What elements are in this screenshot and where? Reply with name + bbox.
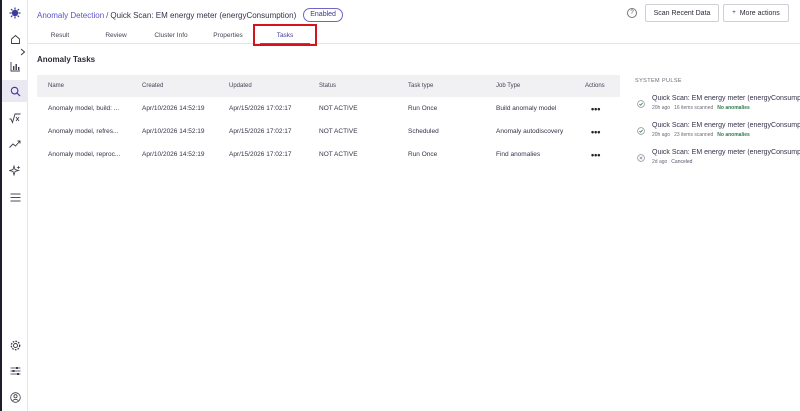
system-pulse-title: SYSTEM PULSE (635, 78, 682, 84)
breadcrumb-separator: / (106, 10, 109, 20)
pulse-item-result: No anomalies (717, 105, 750, 111)
gear-icon (10, 340, 20, 350)
tab-bar: Result Review Cluster Info Properties Ta… (28, 26, 800, 45)
sidebar-item-profile[interactable] (2, 386, 28, 408)
sliders-icon (10, 367, 20, 375)
sidebar-item-trends[interactable] (2, 133, 28, 155)
cell-updated: Apr/15/2026 17:02:17 (229, 105, 292, 112)
row-actions-menu-icon[interactable]: ••• (591, 143, 600, 166)
pulse-item-time: 20h ago (652, 132, 671, 138)
pulse-item-result: Canceled (671, 159, 693, 165)
status-badge: Enabled (303, 8, 343, 22)
cell-created: Apr/10/2026 14:52:19 (142, 128, 205, 135)
cell-created: Apr/10/2026 14:52:19 (142, 105, 205, 112)
cell-job-type: Find anomalies (496, 151, 541, 158)
column-header-created[interactable]: Created (142, 75, 163, 97)
tab-result[interactable]: Result (42, 26, 78, 44)
cell-task-type: Run Once (408, 105, 438, 112)
pulse-item-scanned: 23 items scanned (674, 132, 714, 138)
tab-review[interactable]: Review (98, 26, 134, 44)
more-actions-label: More actions (739, 9, 780, 17)
column-header-job-type[interactable]: Job Type (496, 75, 520, 97)
cell-name: Anomaly model, refres... (48, 128, 119, 135)
trend-icon (9, 140, 21, 148)
bar-chart-icon (10, 61, 20, 71)
cell-created: Apr/10/2026 14:52:19 (142, 151, 205, 158)
home-icon (10, 34, 20, 44)
sidebar-item-anomaly-detection[interactable] (2, 80, 28, 102)
tab-cluster-info[interactable]: Cluster Info (149, 26, 193, 44)
user-icon (9, 391, 21, 403)
breadcrumb-parent-link[interactable]: Anomaly Detection (37, 11, 104, 20)
column-header-updated[interactable]: Updated (229, 75, 252, 97)
cell-updated: Apr/15/2026 17:02:17 (229, 151, 292, 158)
check-circle-icon (637, 127, 645, 135)
pulse-item-name: Quick Scan: EM energy meter (energyConsu… (652, 149, 800, 156)
column-header-actions: Actions (585, 83, 605, 89)
pulse-item-meta: 20h ago 16 items scanned No anomalies (652, 105, 750, 111)
row-actions-menu-icon[interactable]: ••• (591, 97, 600, 120)
sidebar-item-formulas[interactable] (2, 107, 28, 129)
table-row[interactable]: Anomaly model, build: ... Apr/10/2026 14… (37, 97, 620, 120)
pulse-item[interactable]: Quick Scan: EM energy meter (energyConsu… (635, 95, 800, 117)
menu-icon (10, 193, 20, 201)
sidebar-item-filters[interactable] (2, 360, 28, 382)
cell-task-type: Run Once (408, 151, 438, 158)
sidebar-item-reports[interactable] (2, 55, 28, 77)
cell-status: NOT ACTIVE (319, 151, 358, 158)
scan-recent-data-button[interactable]: Scan Recent Data (645, 4, 719, 22)
page-header: Anomaly Detection / Quick Scan: EM energ… (28, 0, 800, 26)
check-circle-icon (637, 100, 645, 108)
logo-icon (9, 7, 21, 19)
pulse-item[interactable]: Quick Scan: EM energy meter (energyConsu… (635, 122, 800, 144)
pulse-item[interactable]: Quick Scan: EM energy meter (energyConsu… (635, 149, 800, 171)
pulse-item-time: 2d ago (652, 159, 668, 165)
cell-name: Anomaly model, build: ... (48, 105, 120, 112)
pulse-item-name: Quick Scan: EM energy meter (energyConsu… (652, 122, 800, 129)
cell-status: NOT ACTIVE (319, 105, 358, 112)
breadcrumb-current: Quick Scan: EM energy meter (energyConsu… (110, 10, 297, 20)
sidebar-item-settings[interactable] (2, 334, 28, 356)
tab-properties[interactable]: Properties (208, 26, 248, 44)
anomaly-tasks-table: Name Created Updated Status Task type Jo… (37, 75, 620, 166)
system-pulse-panel: SYSTEM PULSE Quick Scan: EM energy meter… (635, 78, 800, 165)
table-header: Name Created Updated Status Task type Jo… (37, 75, 620, 97)
pulse-item-meta: 2d ago Canceled (652, 159, 692, 165)
app-logo[interactable] (2, 2, 28, 24)
row-actions-menu-icon[interactable]: ••• (591, 120, 600, 143)
table-row[interactable]: Anomaly model, reproc... Apr/10/2026 14:… (37, 143, 620, 166)
column-header-status[interactable]: Status (319, 75, 336, 97)
pulse-item-name: Quick Scan: EM energy meter (energyConsu… (652, 95, 800, 102)
pulse-item-time: 20h ago (652, 105, 671, 111)
pulse-item-result: No anomalies (717, 132, 750, 138)
more-actions-button[interactable]: + More actions (723, 4, 789, 22)
cell-name: Anomaly model, reproc... (48, 151, 121, 158)
help-icon[interactable]: ? (627, 8, 637, 18)
cell-task-type: Scheduled (408, 128, 439, 135)
sidebar-item-menu[interactable] (2, 186, 28, 208)
search-icon (10, 86, 20, 96)
cell-status: NOT ACTIVE (319, 128, 358, 135)
cell-updated: Apr/15/2026 17:02:17 (229, 128, 292, 135)
plus-icon: + (732, 10, 736, 16)
canceled-circle-icon (637, 154, 645, 162)
tasks-tab-highlight (253, 24, 317, 46)
section-title: Anomaly Tasks (37, 55, 96, 64)
sqrt-icon (9, 113, 21, 124)
breadcrumb: Anomaly Detection / Quick Scan: EM energ… (37, 8, 343, 22)
pulse-item-meta: 20h ago 23 items scanned No anomalies (652, 132, 750, 138)
cell-job-type: Anomaly autodiscovery (496, 128, 564, 135)
column-header-name[interactable]: Name (48, 75, 64, 97)
sidebar-item-ai[interactable] (2, 160, 28, 182)
column-header-task-type[interactable]: Task type (408, 75, 433, 97)
sparkle-icon (9, 165, 21, 177)
cell-job-type: Build anomaly model (496, 105, 557, 112)
pulse-item-scanned: 16 items scanned (674, 105, 714, 111)
sidebar (2, 0, 28, 411)
table-row[interactable]: Anomaly model, refres... Apr/10/2026 14:… (37, 120, 620, 143)
